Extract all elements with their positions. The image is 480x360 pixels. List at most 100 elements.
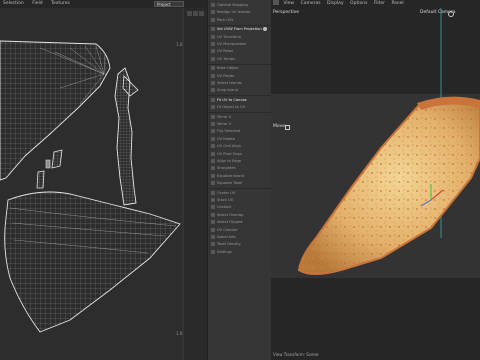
menu-panel[interactable]: Panel xyxy=(391,1,403,6)
menu-cameras[interactable]: Cameras xyxy=(301,1,321,6)
menu-view[interactable]: View xyxy=(283,1,294,6)
tool-item[interactable]: Flip Selected xyxy=(210,128,269,135)
uv-island-bottom xyxy=(4,191,181,333)
tool-label: UV Pixel Snap xyxy=(217,151,242,156)
tool-label: Texel Density xyxy=(217,242,241,247)
menu-textures[interactable]: Textures xyxy=(51,1,70,6)
tool-item[interactable]: UV Peeler xyxy=(210,73,269,80)
tool-icon xyxy=(211,27,215,32)
tool-icon xyxy=(211,166,215,171)
tool-icon xyxy=(211,73,215,78)
tool-icon xyxy=(211,10,215,15)
tool-icon xyxy=(211,235,215,239)
tool-icon xyxy=(211,159,215,163)
tool-label: Equalize Island xyxy=(217,173,244,178)
tool-icon xyxy=(211,242,215,247)
tool-item[interactable]: Center UV xyxy=(210,190,269,197)
tool-icon xyxy=(211,144,215,149)
tool-item[interactable]: Straighten xyxy=(210,165,269,172)
tool-item[interactable]: Island Info xyxy=(210,234,269,241)
tool-label: UV Relax xyxy=(217,49,234,54)
panel-icon[interactable] xyxy=(273,0,279,5)
tool-item[interactable]: Equalize Island xyxy=(210,173,269,180)
tool-item[interactable]: Select Islands xyxy=(210,80,269,87)
tool-label: Center UV xyxy=(217,190,236,195)
tool-item[interactable]: UV Relax xyxy=(210,48,269,55)
tool-icon xyxy=(211,212,215,217)
tool-icon xyxy=(211,181,215,186)
tool-item[interactable]: UV Grid Align xyxy=(210,143,269,150)
pizza-model[interactable] xyxy=(271,8,480,360)
tool-item[interactable]: Align to Edge xyxy=(210,158,269,165)
menu-field[interactable]: Field xyxy=(32,1,42,6)
tool-label: Equalize Texel xyxy=(217,181,243,186)
tool-label: Select Flipped xyxy=(217,220,243,225)
tool-item[interactable]: Stack UV xyxy=(210,197,269,204)
tool-icon xyxy=(211,88,215,93)
tool-item[interactable]: Bake Object xyxy=(210,65,269,72)
tool-item[interactable]: Set UVW From Projection xyxy=(210,26,269,33)
tool-icon xyxy=(211,34,215,39)
tool-item[interactable]: Fit Object to UV xyxy=(210,104,269,111)
tool-label: Stack UV xyxy=(217,198,234,202)
tool-item[interactable]: Mirror V xyxy=(210,121,269,128)
tool-item[interactable]: Realign UV Islands xyxy=(210,9,269,16)
tool-icon xyxy=(211,227,215,232)
tool-label: UV Grid Align xyxy=(217,144,241,149)
tool-item[interactable]: Optimal Mapping xyxy=(210,2,269,9)
tool-icon xyxy=(211,97,215,102)
tool-label: Fit UV to Canvas xyxy=(217,97,247,102)
tool-item[interactable]: UV Manipulation xyxy=(210,41,269,48)
menu-display[interactable]: Display xyxy=(327,1,344,6)
tool-item[interactable]: Fit UV to Canvas xyxy=(210,97,269,104)
tool-icon xyxy=(211,105,215,110)
menu-filter[interactable]: Filter xyxy=(374,1,385,6)
tool-item[interactable]: Equalize Texel xyxy=(210,180,269,187)
uv-mesh[interactable]: 1.0 1.0 xyxy=(0,8,208,360)
tool-label: UV Transform xyxy=(217,34,242,39)
project-select[interactable]: Project xyxy=(154,1,184,7)
tool-item[interactable]: Texel Density xyxy=(210,241,269,248)
tool-label: Fit Object to UV xyxy=(217,105,246,110)
tool-item[interactable]: UV Rotate xyxy=(210,136,269,143)
tool-label: Select Overlap xyxy=(217,212,244,217)
tool-item[interactable]: Settings xyxy=(210,249,269,256)
viewport-menubar: View Cameras Display Options Filter Pane… xyxy=(271,0,480,8)
uv-toolbar-icons xyxy=(187,1,207,16)
tool-icon xyxy=(211,56,215,61)
tool-item[interactable]: UV Pixel Snap xyxy=(210,151,269,158)
tool-item[interactable]: Mirror U xyxy=(210,114,269,121)
tool-item[interactable]: Select Overlap xyxy=(210,212,269,219)
tool-label: Settings xyxy=(217,249,232,254)
tool-item[interactable]: Select Flipped xyxy=(210,219,269,226)
tool-item[interactable]: Snap Island xyxy=(210,87,269,94)
tool-item[interactable]: Unstack xyxy=(210,204,269,211)
tool-item[interactable]: Pack UVs xyxy=(210,17,269,24)
menu-selection[interactable]: Selection xyxy=(3,1,24,6)
tool-icon xyxy=(211,220,215,225)
tool-label: Island Info xyxy=(217,235,236,239)
tool-icon xyxy=(211,42,215,46)
uv-island-small-2 xyxy=(45,159,51,169)
menu-options[interactable]: Options xyxy=(350,1,367,6)
tool-item[interactable]: UV Transform xyxy=(210,34,269,41)
tool-icon xyxy=(211,249,215,254)
tool-label: Flip Selected xyxy=(217,129,241,134)
tool-icon xyxy=(211,17,215,22)
tool-label: UV Terrain xyxy=(217,56,236,61)
tool-item[interactable]: UV Checker xyxy=(210,227,269,234)
tool-label: Unstack xyxy=(217,205,232,210)
tool-icon xyxy=(211,114,215,119)
tool-item[interactable]: UV Terrain xyxy=(210,56,269,63)
pizza-topping xyxy=(299,100,480,274)
uv-island-small-3 xyxy=(36,170,45,189)
tool-label: Set UVW From Projection xyxy=(217,27,262,32)
options-icon[interactable] xyxy=(263,27,267,32)
tool-label: Snap Island xyxy=(217,88,238,93)
tool-icon xyxy=(211,173,215,178)
uv-island-small-1 xyxy=(51,149,63,169)
tool-icon xyxy=(211,3,215,7)
tool-icon xyxy=(211,122,215,126)
tool-label: Straighten xyxy=(217,166,236,171)
tool-label: Bake Object xyxy=(217,66,239,71)
